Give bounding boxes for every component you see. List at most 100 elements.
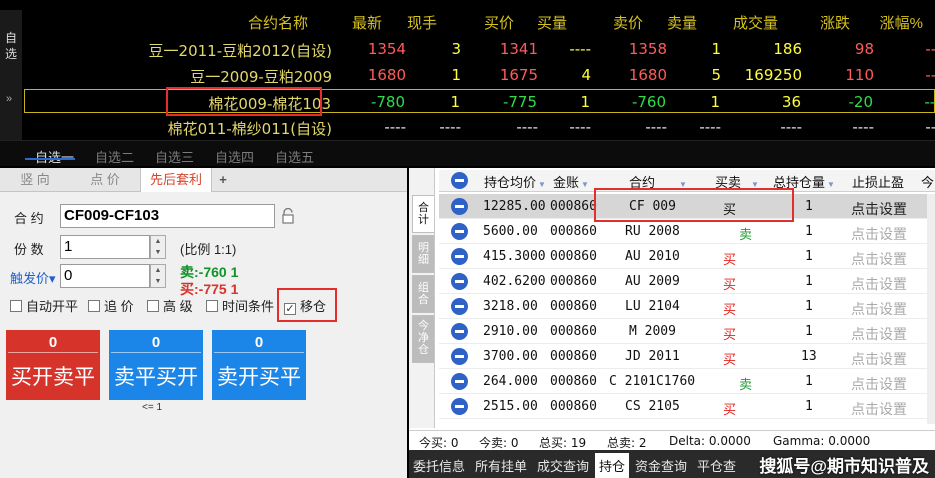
col-header-name[interactable]: 合约名称 [248, 12, 308, 33]
tab-positions[interactable]: 持仓 [595, 453, 630, 478]
stop-set-link[interactable]: 点击设置 [851, 199, 907, 219]
stop-set-link[interactable]: 点击设置 [851, 324, 907, 344]
position-row[interactable]: 415.3000 000860 AU 2010 买 1 点击设置 [439, 244, 935, 269]
header-minus-icon[interactable] [451, 172, 468, 189]
close-position-icon[interactable] [451, 198, 468, 215]
close-position-icon[interactable] [451, 273, 468, 290]
quote-pct: ---- [925, 118, 935, 136]
tab-watchlist-3[interactable]: 自选三 [155, 147, 194, 166]
quote-change: 110 [845, 66, 874, 84]
position-row[interactable]: 5600.00 000860 RU 2008 卖 1 点击设置 [439, 219, 935, 244]
stop-set-link[interactable]: 点击设置 [851, 274, 907, 294]
quote-vol: 1 [450, 93, 460, 111]
tab-summary[interactable]: 合计 [412, 195, 434, 233]
auto-open-close-checkbox[interactable]: 自动开平 [10, 296, 78, 314]
time-condition-checkbox[interactable]: 时间条件 [206, 296, 274, 314]
sell-close-buy-open-button[interactable]: 0 卖平买开 [109, 330, 203, 400]
position-row[interactable]: 2910.00 000860 M 2009 买 1 点击设置 [439, 319, 935, 344]
col-header-bid[interactable]: 买价 [484, 12, 514, 33]
col-account[interactable]: 金账 ▼ [553, 172, 589, 191]
tab-detail[interactable]: 明细 [412, 235, 434, 273]
tab-click-price[interactable]: 点 价 [70, 168, 140, 192]
tab-trades[interactable]: 成交查询 [537, 456, 589, 475]
position-row[interactable]: 402.6200 000860 AU 2009 买 1 点击设置 [439, 269, 935, 294]
close-position-icon[interactable] [451, 398, 468, 415]
stop-set-link[interactable]: 点击设置 [851, 224, 907, 244]
tab-vertical[interactable]: 竖 向 [0, 168, 70, 192]
checkbox-box[interactable] [206, 300, 218, 312]
tab-combo[interactable]: 组合 [412, 275, 434, 313]
tab-orders[interactable]: 委托信息 [413, 456, 465, 475]
checkbox-box[interactable] [147, 300, 159, 312]
add-tab-icon[interactable]: + [212, 168, 234, 192]
checkbox-box[interactable] [10, 300, 22, 312]
close-position-icon[interactable] [451, 248, 468, 265]
chase-price-checkbox[interactable]: 追 价 [88, 296, 134, 314]
position-row[interactable]: 2515.00 000860 CS 2105 买 1 点击设置 [439, 394, 935, 419]
col-header-last[interactable]: 最新 [352, 12, 382, 33]
chevron-right-icon[interactable]: » [6, 93, 12, 105]
tab-watchlist-2[interactable]: 自选二 [95, 147, 134, 166]
tab-net-today[interactable]: 今净仓 [412, 315, 434, 363]
close-position-icon[interactable] [451, 323, 468, 340]
avg-price: 2515.00 [483, 399, 538, 414]
position-row[interactable]: 3700.00 000860 JD 2011 买 13 点击设置 [439, 344, 935, 369]
sort-icon[interactable]: ▼ [581, 180, 589, 189]
tab-watchlist-4[interactable]: 自选四 [215, 147, 254, 166]
position-row[interactable]: 3218.00 000860 LU 2104 买 1 点击设置 [439, 294, 935, 319]
position-row[interactable]: 264.000 000860 C 2101C1760 卖 1 点击设置 [439, 369, 935, 394]
buy-open-sell-close-button[interactable]: 0 买开卖平 [6, 330, 100, 400]
col-avg-price[interactable]: 持仓均价 ▼ [484, 172, 546, 191]
col-header-change[interactable]: 涨跌 [820, 12, 850, 33]
avg-price: 3700.00 [483, 349, 538, 364]
stop-set-link[interactable]: 点击设置 [851, 399, 907, 419]
tab-watchlist-1[interactable]: 自选一 [35, 147, 74, 166]
quote-row[interactable]: 豆一2009-豆粕2009 1680 1 1675 4 1680 5 16925… [24, 63, 935, 87]
side-tab-char: 自 [4, 31, 17, 45]
quote-row[interactable]: 豆一2011-豆粕2012(自设) 1354 3 1341 ---- 1358 … [24, 37, 935, 61]
col-header-vol[interactable]: 现手 [407, 12, 437, 33]
advanced-checkbox[interactable]: 高 级 [147, 296, 193, 314]
col-header-ask[interactable]: 卖价 [613, 12, 643, 33]
contract-input[interactable]: CF009-CF103 [60, 204, 275, 228]
close-position-icon[interactable] [451, 298, 468, 315]
close-position-icon[interactable] [451, 348, 468, 365]
tab-funds[interactable]: 资金查询 [635, 456, 687, 475]
lock-icon[interactable] [281, 207, 295, 224]
checkbox-box[interactable] [88, 300, 100, 312]
sort-icon[interactable]: ▼ [538, 180, 546, 189]
sort-icon[interactable]: ▼ [827, 180, 835, 189]
trigger-price-stepper[interactable]: ▲ ▼ [150, 264, 166, 288]
trigger-price-input[interactable]: 0 [60, 264, 150, 288]
stop-set-link[interactable]: 点击设置 [851, 349, 907, 369]
lots-stepper[interactable]: ▲ ▼ [150, 235, 166, 259]
col-header-turnover[interactable]: 成交量 [733, 12, 778, 33]
col-today[interactable]: 今 [921, 172, 934, 191]
quote-pct: ---- [924, 93, 935, 111]
sell-open-buy-close-button[interactable]: 0 卖开买平 [212, 330, 306, 400]
tab-pending[interactable]: 所有挂单 [475, 456, 527, 475]
order-panel: 竖 向 点 价 先后套利 + 合 约 CF009-CF103 份 数 1 ▲ ▼ … [0, 168, 407, 478]
lots-input[interactable]: 1 [60, 235, 150, 259]
close-position-icon[interactable] [451, 223, 468, 240]
col-header-bid-qty[interactable]: 买量 [537, 12, 567, 33]
quote-row[interactable]: 棉花011-棉纱011(自设) ---- ---- ---- ---- ----… [24, 115, 935, 139]
trigger-price-dropdown[interactable]: 触发价▾ [10, 268, 56, 287]
col-header-ask-qty[interactable]: 卖量 [667, 12, 697, 33]
close-position-icon[interactable] [451, 373, 468, 390]
total-qty: 1 [805, 224, 813, 239]
stop-set-link[interactable]: 点击设置 [851, 374, 907, 394]
quote-ask: -760 [631, 93, 666, 111]
col-header-pct[interactable]: 涨幅% [880, 12, 923, 33]
vertical-scrollbar[interactable] [927, 194, 935, 424]
col-stop[interactable]: 止损止盈 [852, 172, 904, 191]
stop-set-link[interactable]: 点击设置 [851, 249, 907, 269]
stop-set-link[interactable]: 点击设置 [851, 299, 907, 319]
button-label: 买开卖平 [11, 365, 95, 389]
quote-row-selected[interactable]: 棉花009-棉花103 -780 1 -775 1 -760 1 36 -20 … [24, 89, 935, 113]
tab-close-query[interactable]: 平仓查 [697, 456, 736, 475]
tab-watchlist-5[interactable]: 自选五 [275, 147, 314, 166]
tab-sequential-arbitrage[interactable]: 先后套利 [140, 168, 212, 192]
side: 买 [723, 353, 737, 368]
watchlist-side-tab[interactable]: 自 选 [0, 10, 22, 140]
